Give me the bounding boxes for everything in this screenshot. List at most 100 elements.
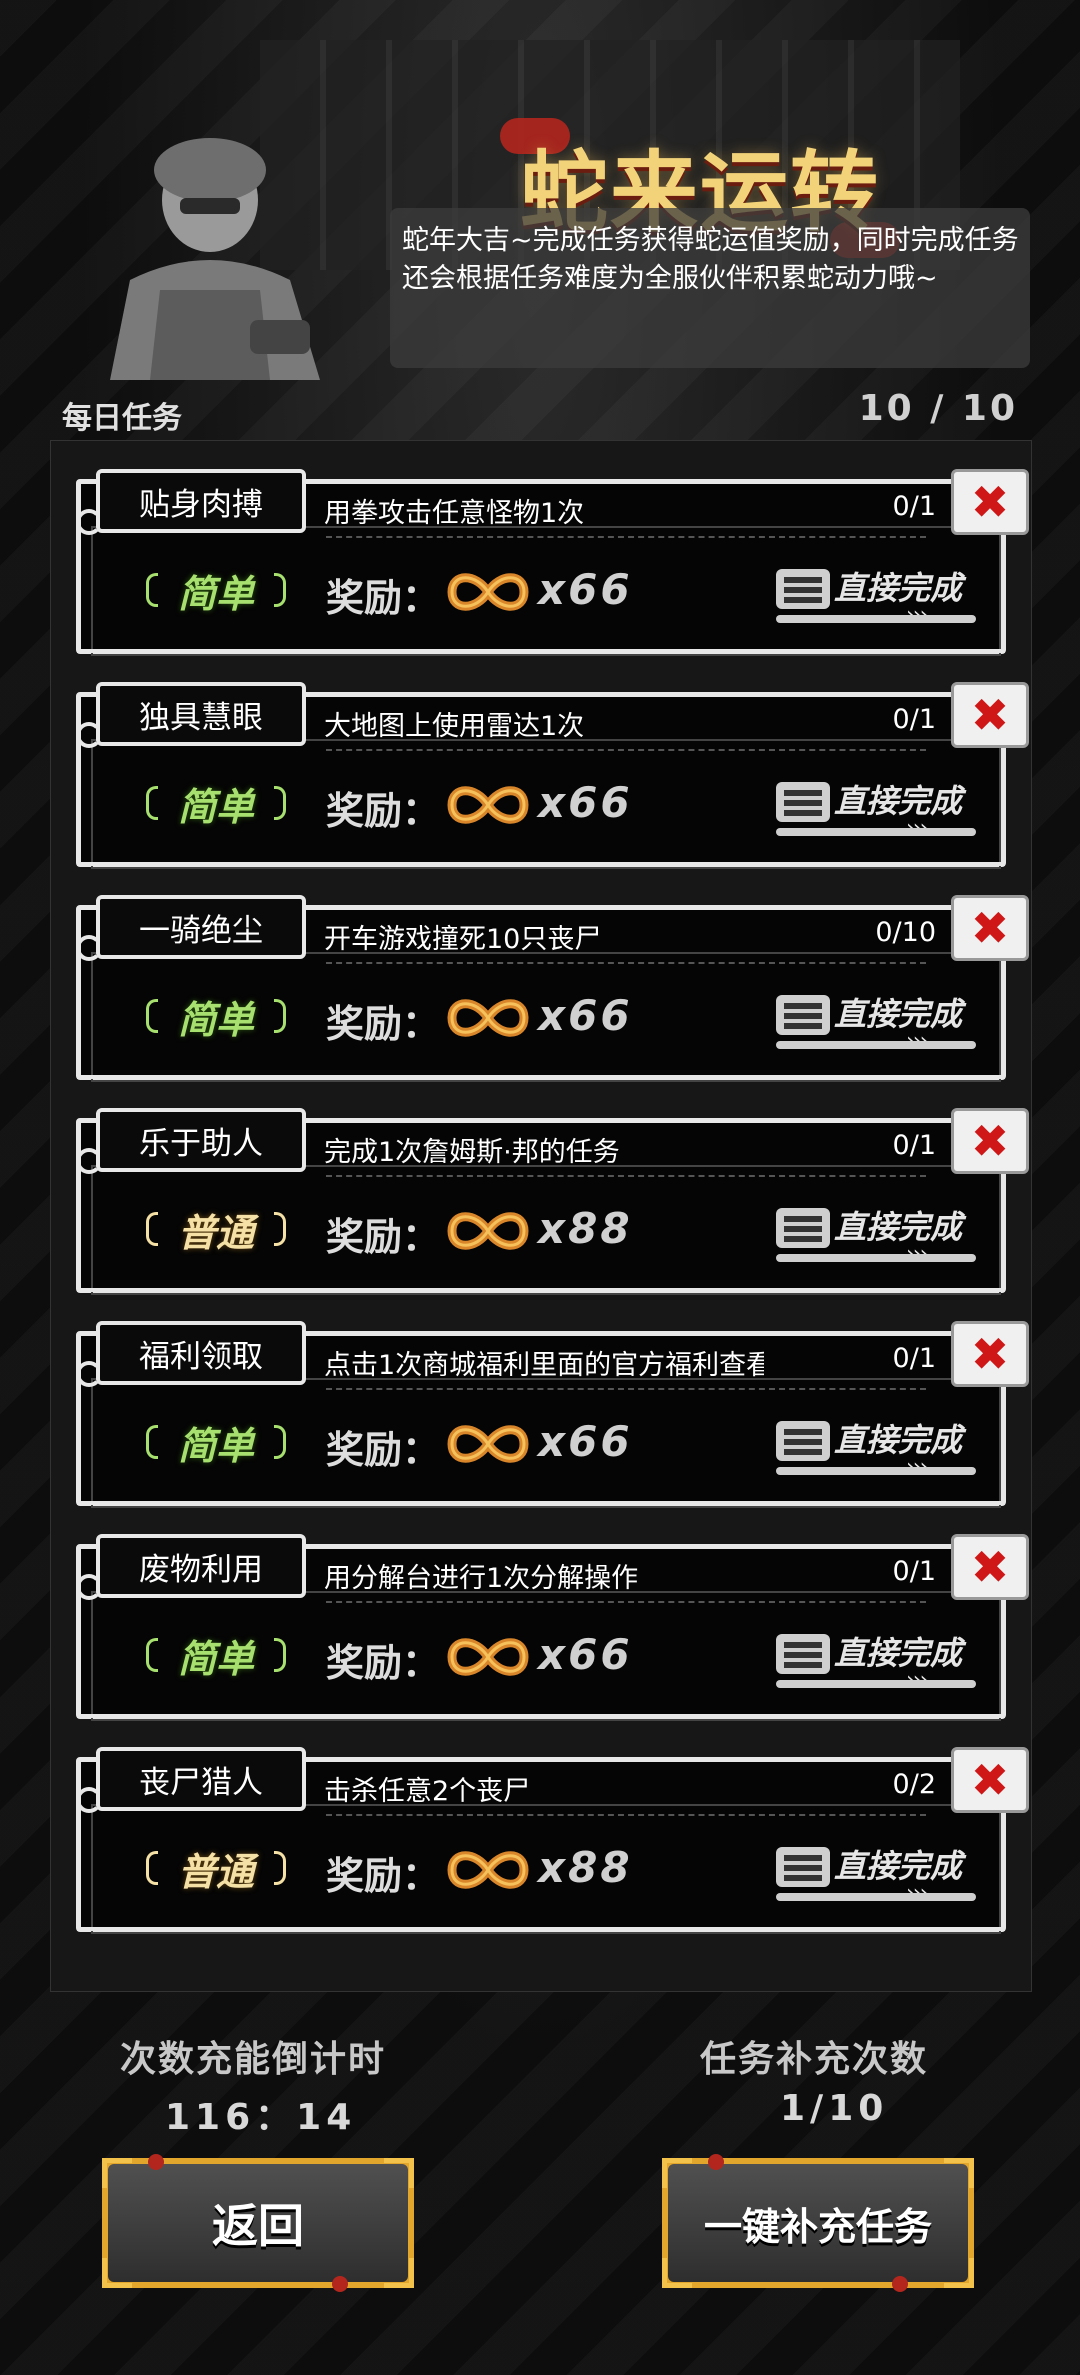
instant-complete-button[interactable]: 直接完成 ››› <box>776 1415 991 1480</box>
instant-complete-button[interactable]: 直接完成 ››› <box>776 776 991 841</box>
task-description: 击杀任意2个丧尸 <box>324 1776 531 1807</box>
corner-ornament <box>384 2158 414 2188</box>
corner-ornament <box>979 1479 1005 1505</box>
corner-ornament <box>979 840 1005 866</box>
divider <box>326 1388 926 1390</box>
instant-complete-label: 直接完成 <box>834 782 963 820</box>
infinity-reward-icon <box>447 1638 529 1676</box>
reward-label: 奖励： <box>326 576 441 620</box>
reward-label: 奖励： <box>326 1002 441 1046</box>
infinity-reward-icon <box>447 573 529 611</box>
swirl-ornament <box>76 1574 102 1600</box>
task-name-label: 独具慧眼 <box>139 699 263 736</box>
instant-complete-button[interactable]: 直接完成 ››› <box>776 563 991 628</box>
refill-count-label: 任务补充次数 <box>700 2039 929 2080</box>
soldier-portrait <box>110 138 320 380</box>
reward-amount: x88 <box>538 1843 633 1892</box>
blossom-ornament <box>148 2154 164 2170</box>
task-card: 乐于助人 完成1次詹姆斯·邦的任务 0/1 ✖ 普通 奖励： x88 直接完成 … <box>76 1108 1029 1295</box>
abandon-task-button[interactable]: ✖ <box>951 682 1029 748</box>
complete-bar <box>776 1680 976 1688</box>
corner-ornament <box>662 2158 692 2188</box>
abandon-task-button[interactable]: ✖ <box>951 1747 1029 1813</box>
task-description: 点击1次商城福利里面的官方福利查看按钮 <box>324 1350 764 1381</box>
task-name-label: 贴身肉搏 <box>139 486 263 523</box>
instant-complete-label: 直接完成 <box>834 1847 963 1885</box>
instant-complete-label: 直接完成 <box>834 1421 963 1459</box>
ticket-icon <box>776 995 830 1035</box>
complete-bar <box>776 1254 976 1262</box>
complete-bar <box>776 1041 976 1049</box>
abandon-task-button[interactable]: ✖ <box>951 1321 1029 1387</box>
instant-complete-label: 直接完成 <box>834 1634 963 1672</box>
task-name-label: 一骑绝尘 <box>139 912 263 949</box>
ticket-icon <box>776 569 830 609</box>
corner-ornament <box>979 627 1005 653</box>
instant-complete-button[interactable]: 直接完成 ››› <box>776 1628 991 1693</box>
task-progress: 0/1 <box>892 1343 936 1374</box>
corner-ornament <box>77 1479 103 1505</box>
swirl-ornament <box>76 1148 102 1174</box>
divider <box>326 536 926 538</box>
countdown-label: 次数充能倒计时 <box>120 2039 387 2080</box>
task-list[interactable]: 贴身肉搏 用拳攻击任意怪物1次 0/1 ✖ 简单 奖励： x66 直接完成 ››… <box>50 440 1032 1992</box>
infinity-reward-icon <box>447 999 529 1037</box>
reward-label: 奖励： <box>326 1854 441 1898</box>
difficulty-badge: 简单 <box>146 1628 286 1682</box>
instant-complete-label: 直接完成 <box>834 1208 963 1246</box>
instant-complete-label: 直接完成 <box>834 995 963 1033</box>
corner-ornament <box>77 1692 103 1718</box>
close-icon: ✖ <box>970 901 1010 955</box>
divider <box>326 1601 926 1603</box>
difficulty-badge: 简单 <box>146 563 286 617</box>
instant-complete-button[interactable]: 直接完成 ››› <box>776 1202 991 1267</box>
instant-complete-label: 直接完成 <box>834 569 963 607</box>
abandon-task-button[interactable]: ✖ <box>951 1108 1029 1174</box>
instant-complete-button[interactable]: 直接完成 ››› <box>776 989 991 1054</box>
close-icon: ✖ <box>970 1327 1010 1381</box>
ticket-icon <box>776 1847 830 1887</box>
divider <box>326 962 926 964</box>
reward-amount: x66 <box>538 1417 633 1466</box>
reward-label: 奖励： <box>326 1428 441 1472</box>
task-card: 一骑绝尘 开车游戏撞死10只丧尸 0/10 ✖ 简单 奖励： x66 直接完成 … <box>76 895 1029 1082</box>
task-description: 用分解台进行1次分解操作 <box>324 1563 639 1594</box>
task-name-label: 福利领取 <box>139 1338 263 1375</box>
refill-count-value: 1/10 <box>780 2088 889 2129</box>
divider <box>326 1814 926 1816</box>
complete-bar <box>776 1893 976 1901</box>
back-button[interactable]: 返回 <box>102 2154 414 2292</box>
task-name-label: 乐于助人 <box>139 1125 263 1162</box>
difficulty-badge: 简单 <box>146 776 286 830</box>
abandon-task-button[interactable]: ✖ <box>951 1534 1029 1600</box>
task-progress: 0/10 <box>875 917 936 948</box>
reward-label: 奖励： <box>326 1641 441 1685</box>
task-name-label: 废物利用 <box>139 1551 263 1588</box>
task-description: 大地图上使用雷达1次 <box>324 711 585 742</box>
reward-amount: x66 <box>538 991 633 1040</box>
difficulty-badge: 普通 <box>146 1841 286 1895</box>
corner-ornament <box>384 2258 414 2288</box>
task-card: 废物利用 用分解台进行1次分解操作 0/1 ✖ 简单 奖励： x66 直接完成 … <box>76 1534 1029 1721</box>
corner-ornament <box>77 1266 103 1292</box>
event-header: 蛇来运转 蛇年大吉~完成任务获得蛇运值奖励，同时完成任务还会根据任务难度为全服伙… <box>0 0 1080 390</box>
difficulty-badge: 简单 <box>146 989 286 1043</box>
instant-complete-button[interactable]: 直接完成 ››› <box>776 1841 991 1906</box>
corner-ornament <box>77 1905 103 1931</box>
task-card: 独具慧眼 大地图上使用雷达1次 0/1 ✖ 简单 奖励： x66 直接完成 ››… <box>76 682 1029 869</box>
refill-tasks-button[interactable]: 一键补充任务 <box>662 2154 974 2292</box>
corner-ornament <box>77 840 103 866</box>
section-title: 每日任务 <box>62 401 182 436</box>
task-progress: 0/1 <box>892 1556 936 1587</box>
close-icon: ✖ <box>970 1114 1010 1168</box>
swirl-ornament <box>76 722 102 748</box>
corner-ornament <box>979 1266 1005 1292</box>
close-icon: ✖ <box>970 1540 1010 1594</box>
corner-ornament <box>979 1692 1005 1718</box>
abandon-task-button[interactable]: ✖ <box>951 469 1029 535</box>
task-description: 用拳攻击任意怪物1次 <box>324 498 585 529</box>
refill-tasks-button-label: 一键补充任务 <box>703 2204 932 2249</box>
ticket-icon <box>776 1208 830 1248</box>
abandon-task-button[interactable]: ✖ <box>951 895 1029 961</box>
blossom-ornament <box>892 2276 908 2292</box>
